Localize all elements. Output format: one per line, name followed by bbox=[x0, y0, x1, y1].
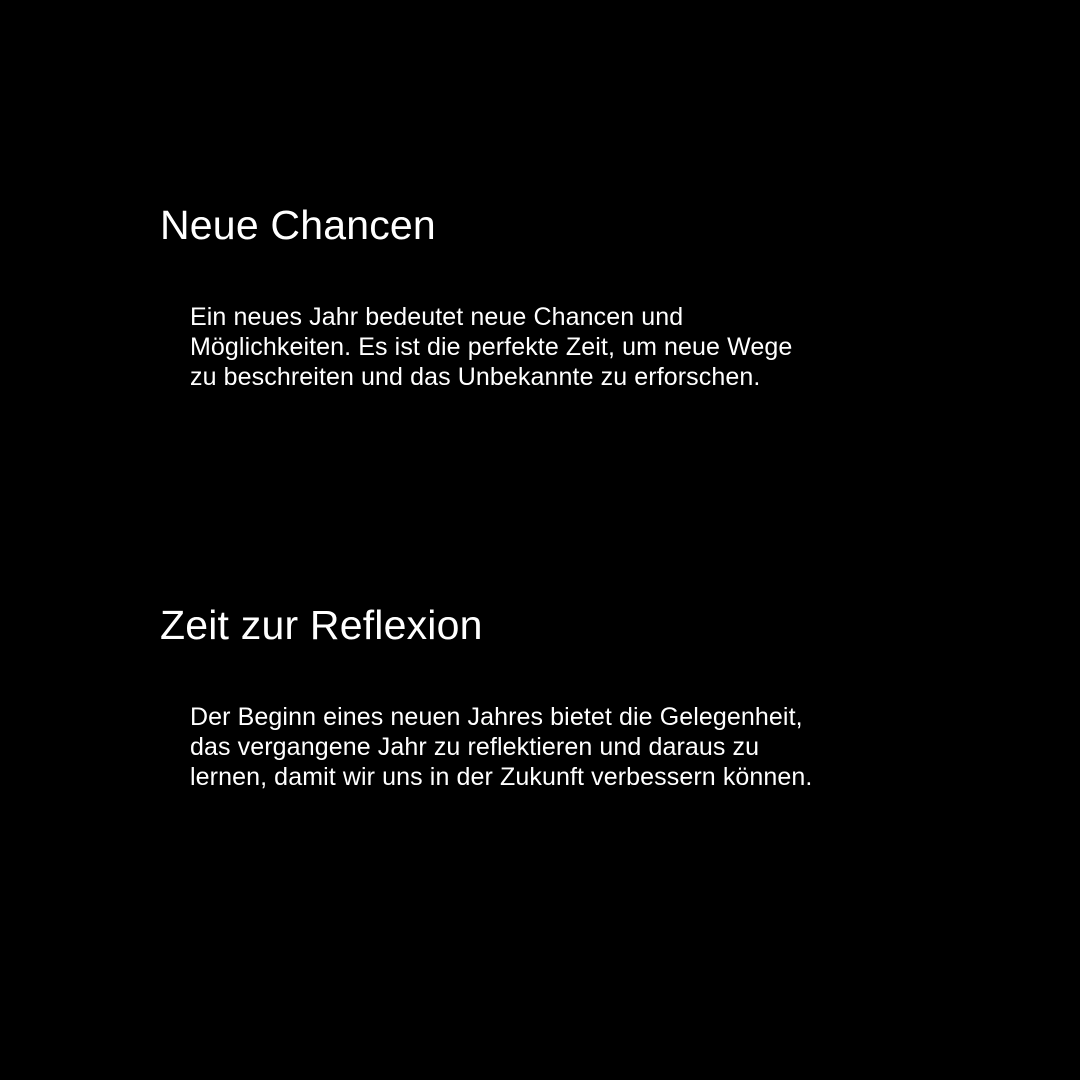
section-heading: Neue Chancen bbox=[160, 202, 436, 248]
page: Neue Chancen Ein neues Jahr bedeutet neu… bbox=[0, 0, 1080, 1080]
section-new-chances: Neue Chancen Ein neues Jahr bedeutet neu… bbox=[160, 200, 840, 392]
section-body-text: Der Beginn eines neuen Jahres bietet die… bbox=[190, 703, 813, 791]
section-heading: Zeit zur Reflexion bbox=[160, 602, 483, 648]
section-body-text: Ein neues Jahr bedeutet neue Chancen und… bbox=[190, 303, 793, 391]
section-time-for-reflection: Zeit zur Reflexion Der Beginn eines neue… bbox=[160, 600, 840, 792]
